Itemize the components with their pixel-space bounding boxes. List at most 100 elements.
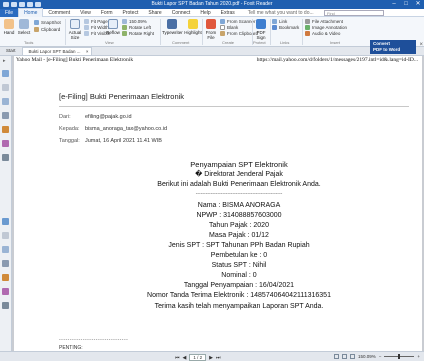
tab-start[interactable]: Start [0,47,22,55]
receipt-intro: Berikut ini adalah Bukti Penerimaan Elek… [157,181,321,188]
group-label-insert: Insert [330,40,341,45]
receipt-title: Penyampaian SPT Elektronik [190,160,288,169]
close-banner-icon[interactable]: × [419,42,423,48]
rotate-left-icon [122,25,127,30]
last-page-icon[interactable]: ⏭ [216,355,221,361]
tab-comment[interactable]: Comment [43,9,75,17]
ribbon-divider [160,19,161,45]
tab-help[interactable]: Help [195,9,215,17]
receipt-thank-you: Terima kasih telah menyampaikan Laporan … [154,303,324,310]
document-tab-label: Bukti Lapor SPT Badan ... [28,49,81,54]
fit-visible-icon [84,31,89,36]
fit-width-icon [84,25,89,30]
minimize-icon[interactable]: – [390,0,398,9]
hand-button[interactable]: Hand [2,19,16,35]
receipt-pembetulan: Pembetulan ke : 0 [210,252,268,259]
file-menu[interactable]: File [0,8,19,17]
side-tool-6-icon[interactable] [2,288,9,295]
page-number-input[interactable]: 1 / 2 [189,354,207,361]
signatures-panel-icon[interactable] [2,140,9,147]
close-icon[interactable]: ✕ [414,0,422,9]
page-navigation: ⏮ ◀ 1 / 2 ▶ ⏭ [175,354,221,361]
typewriter-button[interactable]: Typewriter [162,19,183,35]
zoom-box[interactable]: 150.09% [122,19,147,24]
side-tool-5-icon[interactable] [2,274,9,281]
facing-view-icon[interactable] [349,354,355,359]
tab-view[interactable]: View [75,9,96,17]
side-tool-2-icon[interactable] [2,232,9,239]
bookmark-panel-icon[interactable] [2,70,9,77]
pages-panel-icon[interactable] [2,84,9,91]
window-controls: – □ ✕ [390,0,422,9]
ribbon-divider [302,19,303,45]
tab-connect[interactable]: Connect [167,9,196,17]
zoom-slider[interactable] [384,354,415,359]
attachments-panel-icon[interactable] [2,112,9,119]
zoom-level[interactable]: 150.09% [358,354,376,359]
side-tool-7-icon[interactable] [2,302,9,309]
side-tool-4-icon[interactable] [2,260,9,267]
next-page-icon[interactable]: ▶ [209,355,213,361]
rotate-right-icon [122,31,127,36]
pdf-sign-button[interactable]: PDF Sign [254,19,268,40]
zoom-out-icon[interactable]: − [379,354,382,359]
fit-page-button[interactable]: Fit Page [84,19,108,24]
reflow-button[interactable]: Reflow [106,19,120,35]
snapshot-button[interactable]: SnapShot [34,20,61,25]
tab-extras[interactable]: Extras [216,9,240,17]
clipboard-icon [220,31,225,36]
window-title: Bukti Lapor SPT Badan Tahun 2020.pdf - F… [151,1,273,7]
expand-panel-icon[interactable]: ▸ [3,58,6,64]
cursor-icon [19,19,29,29]
tab-protect[interactable]: Protect [118,9,144,17]
image-annotation-button[interactable]: Image Annotation [305,25,347,30]
close-tab-icon[interactable]: × [86,48,89,56]
convert-pdf-to-word-banner[interactable]: Convert PDF to Word × [370,40,423,54]
find-input[interactable]: Find [324,10,384,16]
tools-panel-icon[interactable] [2,154,9,161]
layers-panel-icon[interactable] [2,98,9,105]
clipboard-button[interactable]: Clipboard [34,27,60,32]
from-file-button[interactable]: From File [204,19,218,40]
tab-share[interactable]: Share [143,9,166,17]
camera-icon [34,20,39,25]
rotate-left-button[interactable]: Rotate Left [122,25,151,30]
blank-button[interactable]: Blank [220,25,238,30]
group-label-tools: Tools [24,40,34,45]
document-viewport[interactable]: Yahoo Mail - [e-Filing] Bukti Penerimaan… [12,56,424,351]
reflow-icon [108,19,118,29]
date-label: Tanggal: [59,138,80,144]
tab-home[interactable]: Home [18,8,44,17]
print-header-title: Yahoo Mail - [e-Filing] Bukti Penerimaan… [16,57,134,63]
file-attachment-button[interactable]: File Attachment [305,19,343,24]
ribbon-divider [65,19,66,45]
select-button[interactable]: Select [17,19,31,35]
audio-video-button[interactable]: Audio & Video [305,31,340,36]
receipt-npwp: NPWP : 314088857603000 [196,212,282,219]
zoom-in-icon[interactable]: + [417,354,420,359]
highlight-button[interactable]: Highlight [184,19,202,35]
tab-form[interactable]: Form [96,9,118,17]
tab-document[interactable]: Bukti Lapor SPT Badan ... × [21,47,92,56]
pen-sign-icon [256,19,266,29]
from-scanner-button[interactable]: From Scanner [220,19,256,24]
continuous-view-icon[interactable] [341,354,347,359]
receipt-status-spt: Status SPT : Nihil [211,262,267,269]
single-page-view-icon[interactable] [333,354,339,359]
actual-size-icon [70,19,80,29]
bookmark-button[interactable]: Bookmark [272,25,299,30]
maximize-icon[interactable]: □ [402,0,410,9]
comments-panel-icon[interactable] [2,126,9,133]
group-label-create: Create [222,40,235,45]
side-tool-3-icon[interactable] [2,246,9,253]
actual-size-button[interactable]: Actual Size [68,19,82,40]
tell-me-box[interactable]: Tell me what you want to do... [248,10,314,16]
pdf-page: Yahoo Mail - [e-Filing] Bukti Penerimaan… [14,56,422,351]
link-button[interactable]: Link [272,19,287,24]
side-tool-1-icon[interactable] [2,218,9,225]
rotate-right-button[interactable]: Rotate Right [122,31,154,36]
media-icon [305,31,310,36]
bookmark-icon [272,25,277,30]
prev-page-icon[interactable]: ◀ [183,355,187,361]
first-page-icon[interactable]: ⏮ [175,355,180,361]
